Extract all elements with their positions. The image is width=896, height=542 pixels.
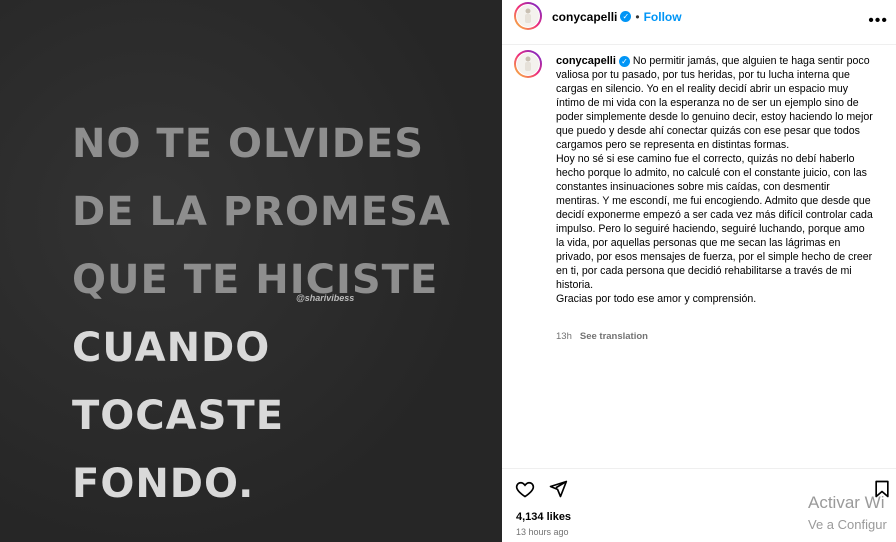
quote-text: NO TE OLVIDES DE LA PROMESA QUE TE HICIS… xyxy=(72,110,451,518)
image-watermark: @sharivibess xyxy=(296,293,355,303)
follow-button[interactable]: Follow xyxy=(644,10,682,24)
caption-meta: 13h See translation xyxy=(556,331,648,342)
post-timestamp[interactable]: 13 hours ago xyxy=(516,527,569,537)
share-icon[interactable] xyxy=(548,479,568,499)
caption-paragraph-3: Gracias por todo ese amor y comprensión. xyxy=(556,293,757,305)
verified-badge-icon: ✓ xyxy=(618,55,630,67)
quote-line-2: DE LA PROMESA xyxy=(72,189,451,235)
quote-line-6: FONDO. xyxy=(72,461,255,507)
avatar[interactable] xyxy=(514,2,542,30)
quote-line-5: TOCASTE xyxy=(72,393,285,439)
header-username[interactable]: conycapelli xyxy=(552,10,617,24)
verified-badge-icon: ✓ xyxy=(620,11,632,23)
caption-paragraph-2: Hoy no sé si ese camino fue el correcto,… xyxy=(556,153,873,291)
see-translation-link[interactable]: See translation xyxy=(580,331,648,342)
heart-icon[interactable] xyxy=(515,479,535,499)
avatar-figure-icon xyxy=(525,8,531,23)
likes-count[interactable]: 4,134 likes xyxy=(516,511,571,523)
post-sidebar: conycapelli ✓ • Follow ••• conycapelli ✓ No … xyxy=(502,0,896,542)
quote-line-3: QUE TE HICISTE xyxy=(72,257,439,303)
caption-username[interactable]: conycapelli xyxy=(556,55,616,67)
caption-age: 13h xyxy=(556,331,572,342)
os-activation-watermark-sub: Ve a Configur xyxy=(808,517,887,532)
separator-dot: • xyxy=(635,10,640,24)
avatar-figure-icon xyxy=(525,56,531,71)
quote-line-1: NO TE OLVIDES xyxy=(72,121,425,167)
post-caption: conycapelli ✓ No permitir jamás, que algu… xyxy=(556,54,874,306)
post-header: conycapelli ✓ • Follow ••• xyxy=(502,0,896,45)
quote-line-4: CUANDO xyxy=(72,325,271,371)
post-image[interactable]: NO TE OLVIDES DE LA PROMESA QUE TE HICIS… xyxy=(0,0,502,542)
caption-paragraph-1: No permitir jamás, que alguien te haga s… xyxy=(556,55,873,151)
os-activation-watermark: Activar Wi xyxy=(808,493,885,512)
more-options-icon[interactable]: ••• xyxy=(868,12,888,30)
caption-avatar[interactable] xyxy=(514,50,542,78)
